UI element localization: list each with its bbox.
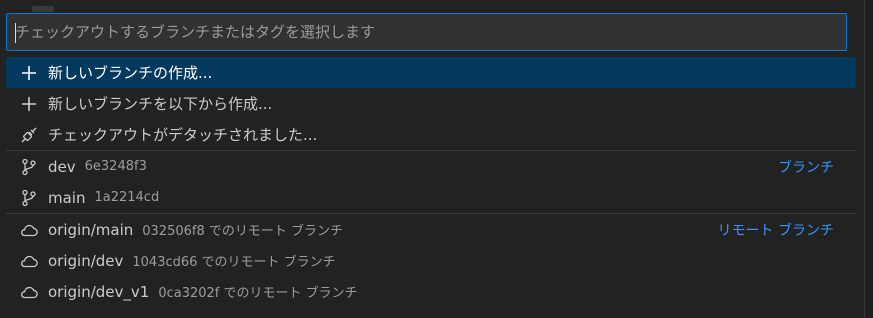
branch-item-dev[interactable]: dev 6e3248f3 ブランチ bbox=[6, 151, 856, 182]
git-branch-icon bbox=[20, 189, 38, 207]
branch-search-input[interactable] bbox=[7, 14, 846, 50]
git-branch-icon bbox=[20, 158, 38, 176]
branch-hash: 6e3248f3 bbox=[84, 159, 147, 174]
remote-branches-group-label: リモート ブランチ bbox=[717, 222, 834, 239]
quick-pick-list: 新しいブランチの作成... 新しいブランチを以下から作成... チェックアウトが… bbox=[6, 57, 856, 307]
cloud-icon bbox=[20, 221, 38, 239]
create-branch-from-item[interactable]: 新しいブランチを以下から作成... bbox=[6, 88, 856, 119]
branch-name: dev bbox=[48, 157, 76, 176]
remote-branch-item-origin-dev-v1[interactable]: origin/dev_v1 0ca3202f でのリモート ブランチ bbox=[6, 276, 856, 307]
remote-branch-desc: 0ca3202f でのリモート ブランチ bbox=[158, 286, 358, 301]
cloud-icon bbox=[20, 283, 38, 301]
create-branch-item[interactable]: 新しいブランチの作成... bbox=[6, 57, 856, 88]
remote-branch-name: origin/dev bbox=[48, 251, 124, 270]
create-branch-from-label: 新しいブランチを以下から作成... bbox=[48, 95, 273, 113]
window-tab-hint bbox=[32, 6, 54, 12]
branch-name: main bbox=[48, 188, 86, 207]
checkout-detached-item[interactable]: チェックアウトがデタッチされました... bbox=[6, 119, 856, 150]
remote-branch-desc: 032506f8 でのリモート ブランチ bbox=[142, 224, 343, 239]
branches-group-label: ブランチ bbox=[778, 159, 834, 176]
text-caret bbox=[15, 23, 16, 43]
branch-hash: 1a2214cd bbox=[94, 190, 160, 205]
branch-item-main[interactable]: main 1a2214cd bbox=[6, 182, 856, 213]
branch-search-box[interactable] bbox=[6, 13, 847, 51]
remote-branch-item-origin-dev[interactable]: origin/dev 1043cd66 でのリモート ブランチ bbox=[6, 245, 856, 276]
branch-quick-pick: 新しいブランチの作成... 新しいブランチを以下から作成... チェックアウトが… bbox=[0, 0, 865, 318]
remote-branch-desc: 1043cd66 でのリモート ブランチ bbox=[132, 255, 336, 270]
debug-disconnect-icon bbox=[20, 126, 38, 144]
plus-icon bbox=[20, 95, 38, 113]
create-branch-label: 新しいブランチの作成... bbox=[48, 64, 213, 82]
cloud-icon bbox=[20, 252, 38, 270]
plus-icon bbox=[20, 64, 38, 82]
checkout-detached-label: チェックアウトがデタッチされました... bbox=[48, 126, 318, 144]
remote-branch-name: origin/main bbox=[48, 220, 134, 239]
remote-branch-item-origin-main[interactable]: origin/main 032506f8 でのリモート ブランチ リモート ブラ… bbox=[6, 214, 856, 245]
remote-branch-name: origin/dev_v1 bbox=[48, 282, 150, 301]
